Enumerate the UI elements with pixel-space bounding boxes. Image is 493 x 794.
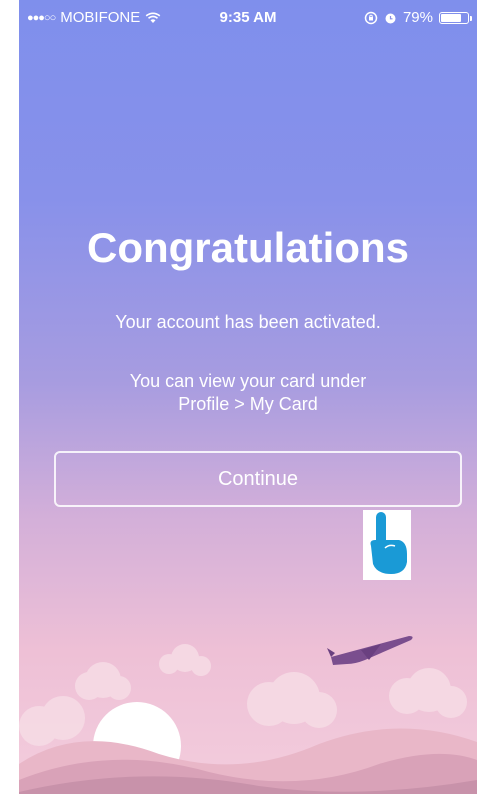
screen: ●●●○○ MOBIFONE 9:35 AM 79% Congratulatio… [19, 0, 477, 794]
battery-icon [439, 11, 472, 24]
card-info-line-2: Profile > My Card [178, 394, 318, 414]
tap-hand-icon [363, 510, 411, 580]
battery-level [441, 13, 461, 22]
alarm-icon [385, 13, 396, 23]
continue-button[interactable]: Continue [54, 451, 462, 507]
page-title: Congratulations [87, 224, 409, 271]
card-info: You can view your card under Profile > M… [19, 370, 477, 416]
status-bar: ●●●○○ MOBIFONE 9:35 AM 79% [19, 0, 477, 36]
status-right: 79% [364, 9, 472, 26]
cloud-hills-illustration [19, 644, 477, 794]
card-info-line-1: You can view your card under [129, 371, 367, 391]
battery-percent: 79% [402, 9, 433, 26]
orientation-lock-icon [364, 11, 378, 24]
activation-message: Your account has been activated. [115, 312, 381, 332]
